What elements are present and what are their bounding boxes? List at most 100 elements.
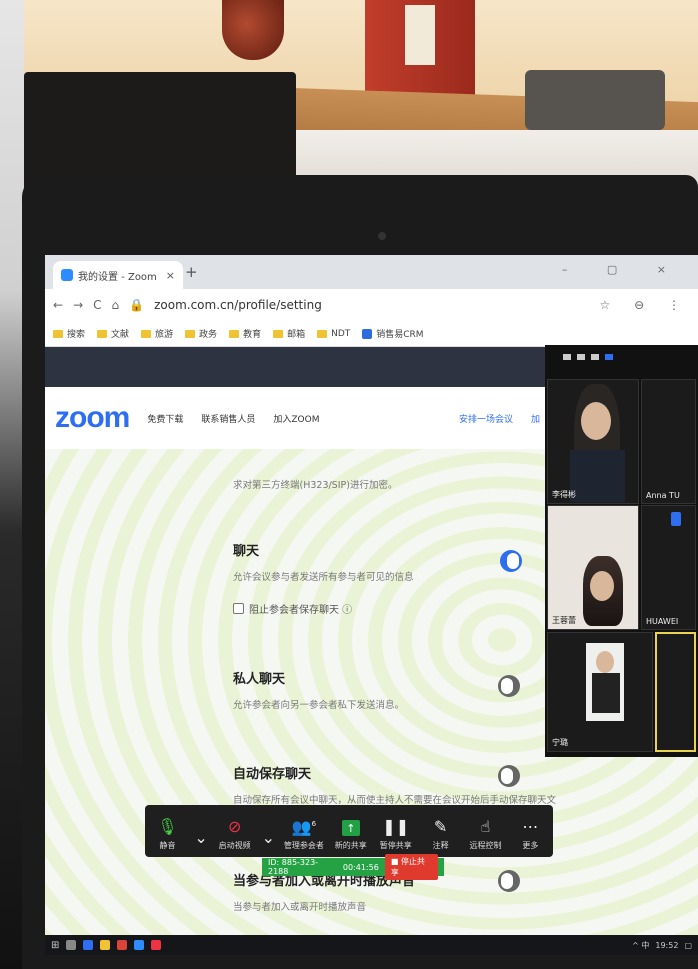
search-icon[interactable] <box>66 940 77 950</box>
chrome-icon[interactable] <box>117 940 128 950</box>
browser-tab-bar: 我的设置 - Zoom × + – ▢ × <box>45 255 698 289</box>
reload-button[interactable]: C <box>93 298 101 312</box>
share-screen-icon: ↑ <box>341 820 360 836</box>
join-sound-toggle[interactable] <box>498 870 520 892</box>
participants-count-badge: 6 <box>311 819 317 828</box>
video-tile-active-speaker[interactable] <box>655 632 696 752</box>
background-vase <box>222 0 284 60</box>
participants-icon: 👥6 <box>291 817 317 836</box>
photo-scene: 我的设置 - Zoom × + – ▢ × ← → C ⌂ 🔒 zoom.com… <box>0 0 698 969</box>
bookmark-item[interactable]: 邮箱 <box>273 327 305 340</box>
participant-name: 李得彬 <box>552 490 576 499</box>
folder-icon[interactable] <box>100 940 111 950</box>
crm-app-icon <box>362 328 373 339</box>
setting-desc: 当参与者加入或离开时播放声音 <box>233 902 367 913</box>
video-gallery: 李得彬 Anna TU 王蓉蕾 HUAWEI 宁璐 <box>545 345 698 757</box>
folder-icon <box>53 329 63 338</box>
meeting-info-bar: ID: 885-323-2188 00:41:56 ■ 停止共享 <box>262 854 444 880</box>
participant-name: HUAWEI <box>646 617 679 626</box>
address-bar: ← → C ⌂ 🔒 zoom.com.cn/profile/setting ☆ … <box>45 289 698 321</box>
bookmark-item[interactable]: 政务 <box>185 327 217 340</box>
setting-desc: 求对第三方终端(H323/SIP)进行加密。 <box>233 480 398 491</box>
prevent-save-chat-checkbox[interactable]: 阻止参会者保存聊天 ⓘ <box>233 601 414 616</box>
private-chat-toggle[interactable] <box>498 675 520 697</box>
bookmark-item[interactable]: 搜索 <box>53 327 85 340</box>
webcam <box>378 232 386 240</box>
manage-participants-button[interactable]: 👥6 管理参会者 <box>284 815 324 851</box>
mute-button[interactable]: 🎙 静音 <box>149 818 185 851</box>
nav-link-contact-sales[interactable]: 联系销售人员 <box>201 412 255 425</box>
taskbar-app-icon[interactable] <box>151 940 162 950</box>
forward-button[interactable]: → <box>73 298 83 312</box>
video-tile[interactable]: Anna TU <box>641 379 696 504</box>
setting-desc: 自动保存所有会议中聊天，从而使主持人不需要在会议开始后手动保存聊天文 <box>233 795 557 806</box>
mic-active-icon <box>671 512 681 526</box>
nav-link-download[interactable]: 免费下载 <box>147 412 183 425</box>
meeting-timer: 00:41:56 <box>342 862 379 872</box>
browser-right-icons[interactable]: ☆ ⊖ ⋮ <box>600 298 690 312</box>
folder-icon <box>273 329 284 338</box>
laptop-screen: 我的设置 - Zoom × + – ▢ × ← → C ⌂ 🔒 zoom.com… <box>45 255 698 955</box>
bookmark-item[interactable]: 教育 <box>229 327 261 340</box>
start-video-button[interactable]: ⊘ 启动视频 <box>217 818 253 851</box>
windows-taskbar: ⊞ ^ 中 19:52 ▢ <box>45 935 698 955</box>
video-tile[interactable]: 李得彬 <box>547 379 639 504</box>
background-device <box>525 70 665 130</box>
nav-link-cut[interactable]: 加 <box>531 412 540 425</box>
background-red-box <box>365 0 475 100</box>
bookmark-item[interactable]: 旅游 <box>141 327 173 340</box>
notification-icon[interactable]: ▢ <box>684 941 692 950</box>
video-tile[interactable]: 王蓉蕾 <box>547 505 639 630</box>
clock[interactable]: 19:52 <box>655 941 678 950</box>
video-options-button[interactable]: ⌄ <box>262 829 275 851</box>
bookmark-item[interactable]: 文献 <box>97 327 129 340</box>
setting-title: 私人聊天 <box>233 672 286 687</box>
participant-name: Anna TU <box>646 491 680 500</box>
home-button[interactable]: ⌂ <box>112 298 120 312</box>
zoom-app-icon[interactable] <box>134 940 145 950</box>
url-input[interactable]: zoom.com.cn/profile/setting <box>154 298 322 312</box>
more-button[interactable]: ⋯ 更多 <box>512 818 548 851</box>
checkbox-label: 阻止参会者保存聊天 ⓘ <box>249 605 353 616</box>
system-tray: ^ 中 19:52 ▢ <box>632 940 692 951</box>
video-tile[interactable]: HUAWEI <box>641 505 696 630</box>
nav-link-schedule[interactable]: 安排一场会议 <box>459 412 513 425</box>
window-controls[interactable]: – ▢ × <box>562 263 684 276</box>
setting-desc: 允许会议参与者发送所有参与者可见的信息 <box>233 572 414 583</box>
nav-link-join[interactable]: 加入ZOOM <box>273 412 319 425</box>
annotate-button[interactable]: ✎ 注释 <box>423 818 459 851</box>
zoom-navbar: zoom 免费下载 联系销售人员 加入ZOOM 安排一场会议 加 <box>45 387 550 449</box>
gallery-view-controls[interactable] <box>545 345 698 371</box>
bookmark-item[interactable]: 销售易CRM <box>362 327 424 340</box>
audio-options-button[interactable]: ⌄ <box>194 829 207 851</box>
pause-share-button[interactable]: ❚❚ 暂停共享 <box>378 818 414 851</box>
pause-icon: ❚❚ <box>382 817 410 836</box>
bookmarks-bar: 搜索 文献 旅游 政务 教育 邮箱 NDT 销售易CRM <box>45 321 698 347</box>
taskbar-app-icon[interactable] <box>83 940 94 950</box>
chat-toggle[interactable] <box>500 550 522 572</box>
auto-save-chat-toggle[interactable] <box>498 765 520 787</box>
stop-share-button[interactable]: ■ 停止共享 <box>384 854 438 880</box>
setting-private-chat: 私人聊天 允许参会者向另一参会者私下发送消息。 <box>233 668 404 711</box>
bookmark-item[interactable]: NDT <box>317 329 350 339</box>
new-share-button[interactable]: ↑ 新的共享 <box>333 820 369 851</box>
back-button[interactable]: ← <box>53 298 63 312</box>
setting-encryption: 求对第三方终端(H323/SIP)进行加密。 <box>233 477 397 491</box>
folder-icon <box>97 329 108 338</box>
video-tile[interactable]: 宁璐 <box>547 632 653 752</box>
tab-title: 我的设置 - Zoom <box>78 271 157 283</box>
browser-tab[interactable]: 我的设置 - Zoom × <box>53 261 183 289</box>
folder-icon <box>141 329 152 338</box>
new-tab-button[interactable]: + <box>185 263 198 281</box>
folder-icon <box>185 329 196 338</box>
zoom-logo[interactable]: zoom <box>55 401 130 435</box>
tab-close-icon[interactable]: × <box>166 269 175 282</box>
windows-start-icon[interactable]: ⊞ <box>51 940 59 951</box>
participant-name: 王蓉蕾 <box>552 616 576 625</box>
remote-control-button[interactable]: ☝ 远程控制 <box>468 818 504 851</box>
tray-icons[interactable]: ^ 中 <box>632 940 649 951</box>
participant-name: 宁璐 <box>552 738 568 747</box>
more-icon: ⋯ <box>522 817 539 836</box>
checkbox-box[interactable] <box>233 603 244 614</box>
video-off-icon: ⊘ <box>227 817 242 836</box>
